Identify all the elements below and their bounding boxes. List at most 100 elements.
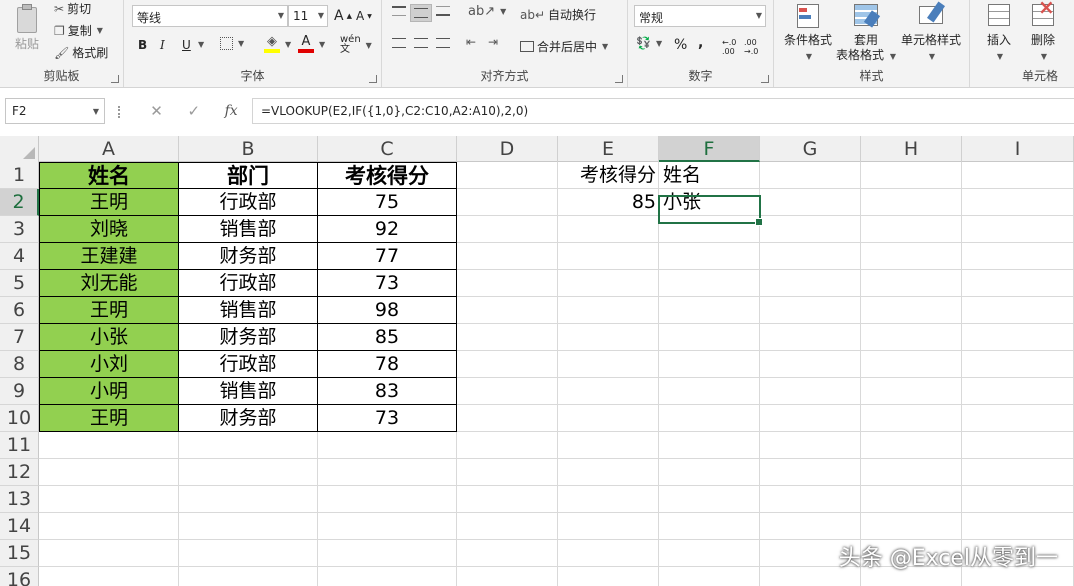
accounting-format-button[interactable]: 💱 ▼ xyxy=(636,37,662,49)
row-header-13[interactable]: 13 xyxy=(0,486,39,513)
table-cell[interactable]: 行政部 xyxy=(179,351,318,378)
dialog-launcher-icon[interactable] xyxy=(615,75,623,83)
percent-button[interactable]: % xyxy=(674,37,687,53)
row-header-15[interactable]: 15 xyxy=(0,540,39,567)
table-header-cell[interactable]: 部门 xyxy=(179,162,318,189)
table-cell[interactable]: 小刘 xyxy=(39,351,179,378)
align-top-button[interactable] xyxy=(392,6,406,16)
row-header-4[interactable]: 4 xyxy=(0,243,39,270)
column-header-h[interactable]: H xyxy=(861,136,962,162)
table-cell[interactable]: 小张 xyxy=(39,324,179,351)
active-cell-border[interactable] xyxy=(658,195,763,226)
insert-button[interactable]: 插入 ▼ xyxy=(978,2,1020,64)
row-header-11[interactable]: 11 xyxy=(0,432,39,459)
underline-dropdown[interactable]: ▼ xyxy=(196,40,204,49)
select-all-button[interactable] xyxy=(0,136,39,162)
align-middle-button[interactable] xyxy=(410,4,432,22)
dialog-launcher-icon[interactable] xyxy=(111,75,119,83)
bold-button[interactable]: B xyxy=(138,38,147,52)
table-cell[interactable]: 刘晓 xyxy=(39,216,179,243)
table-cell[interactable]: 销售部 xyxy=(179,216,318,243)
align-left-button[interactable] xyxy=(392,38,406,48)
table-cell[interactable]: 销售部 xyxy=(179,297,318,324)
table-cell[interactable]: 行政部 xyxy=(179,189,318,216)
format-painter-button[interactable]: 🖌 格式刷 xyxy=(54,44,108,61)
table-cell[interactable]: 王建建 xyxy=(39,243,179,270)
format-as-table-button[interactable]: 套用 表格格式 ▼ xyxy=(836,2,896,64)
table-cell[interactable]: 75 xyxy=(318,189,457,216)
grow-font-button[interactable]: A ▲ xyxy=(334,8,352,24)
table-header-cell[interactable]: 考核得分 xyxy=(318,162,457,189)
phonetic-button[interactable]: wén 文 ▼ xyxy=(340,35,372,55)
increase-indent-button[interactable]: ⇥ xyxy=(488,36,498,48)
lookup-header-score[interactable]: 考核得分 xyxy=(558,162,659,189)
table-cell[interactable]: 王明 xyxy=(39,189,179,216)
column-header-b[interactable]: B xyxy=(179,136,318,162)
table-cell[interactable]: 财务部 xyxy=(179,405,318,432)
cut-button[interactable]: ✂ 剪切 xyxy=(54,0,91,17)
formula-input[interactable]: =VLOOKUP(E2,IF({1,0},C2:C10,A2:A10),2,0) xyxy=(252,98,1074,124)
decrease-indent-button[interactable]: ⇤ xyxy=(466,36,476,48)
font-name-dropdown[interactable]: 等线 ▼ xyxy=(132,5,288,27)
merge-center-button[interactable]: 合并后居中 ▼ xyxy=(520,38,608,55)
table-cell[interactable]: 73 xyxy=(318,270,457,297)
table-cell[interactable]: 85 xyxy=(318,324,457,351)
align-right-button[interactable] xyxy=(436,38,450,48)
copy-button[interactable]: ❐ 复制 ▼ xyxy=(54,22,103,39)
dialog-launcher-icon[interactable] xyxy=(369,75,377,83)
row-header-6[interactable]: 6 xyxy=(0,297,39,324)
row-header-16[interactable]: 16 xyxy=(0,567,39,586)
cell-styles-button[interactable]: 单元格样式 ▼ xyxy=(896,1,966,64)
column-header-f[interactable]: F xyxy=(659,136,760,162)
font-color-button[interactable]: A ▼ xyxy=(298,35,325,53)
number-format-dropdown[interactable]: 常规 ▼ xyxy=(634,5,766,27)
column-header-d[interactable]: D xyxy=(457,136,558,162)
wrap-text-button[interactable]: ab↵ 自动换行 xyxy=(520,6,596,23)
row-header-2[interactable]: 2 xyxy=(0,189,39,216)
delete-button[interactable]: × 删除 ▼ xyxy=(1022,0,1064,64)
table-cell[interactable]: 刘无能 xyxy=(39,270,179,297)
table-cell[interactable]: 小明 xyxy=(39,378,179,405)
lookup-score-value[interactable]: 85 xyxy=(558,189,659,216)
table-header-cell[interactable]: 姓名 xyxy=(39,162,179,189)
column-header-c[interactable]: C xyxy=(318,136,457,162)
font-size-dropdown[interactable]: 11 ▼ xyxy=(288,5,328,27)
row-header-1[interactable]: 1 xyxy=(0,162,39,189)
name-box[interactable]: F2 ▼ xyxy=(5,98,105,124)
borders-button[interactable]: ▼ xyxy=(220,37,244,50)
row-header-14[interactable]: 14 xyxy=(0,513,39,540)
table-cell[interactable]: 92 xyxy=(318,216,457,243)
column-header-g[interactable]: G xyxy=(760,136,861,162)
increase-decimal-button[interactable]: ←.0.00 xyxy=(722,38,736,56)
underline-button[interactable]: U xyxy=(182,38,191,52)
lookup-header-name[interactable]: 姓名 xyxy=(659,162,760,189)
row-header-10[interactable]: 10 xyxy=(0,405,39,432)
table-cell[interactable]: 财务部 xyxy=(179,243,318,270)
conditional-formatting-button[interactable]: 条件格式 ▼ xyxy=(780,2,836,64)
table-cell[interactable]: 73 xyxy=(318,405,457,432)
comma-button[interactable]: , xyxy=(698,35,703,51)
decrease-decimal-button[interactable]: .00 →.0 xyxy=(744,38,758,56)
column-header-i[interactable]: I xyxy=(962,136,1074,162)
table-cell[interactable]: 财务部 xyxy=(179,324,318,351)
row-header-12[interactable]: 12 xyxy=(0,459,39,486)
table-cell[interactable]: 王明 xyxy=(39,405,179,432)
table-cell[interactable]: 77 xyxy=(318,243,457,270)
fill-color-button[interactable]: ◈ ▼ xyxy=(264,35,291,53)
table-cell[interactable]: 78 xyxy=(318,351,457,378)
row-header-5[interactable]: 5 xyxy=(0,270,39,297)
confirm-icon[interactable]: ✓ xyxy=(187,102,200,120)
table-cell[interactable]: 98 xyxy=(318,297,457,324)
dialog-launcher-icon[interactable] xyxy=(761,75,769,83)
row-header-9[interactable]: 9 xyxy=(0,378,39,405)
shrink-font-button[interactable]: A ▼ xyxy=(356,9,372,23)
column-header-a[interactable]: A xyxy=(39,136,179,162)
orientation-button[interactable]: ab↗ ▼ xyxy=(468,4,506,19)
paste-button[interactable]: 粘贴 xyxy=(6,4,48,52)
table-cell[interactable]: 王明 xyxy=(39,297,179,324)
insert-function-icon[interactable]: fx xyxy=(225,103,238,119)
align-bottom-button[interactable] xyxy=(436,6,450,16)
table-cell[interactable]: 83 xyxy=(318,378,457,405)
cancel-icon[interactable]: ✕ xyxy=(150,102,163,120)
italic-button[interactable]: I xyxy=(160,38,165,52)
